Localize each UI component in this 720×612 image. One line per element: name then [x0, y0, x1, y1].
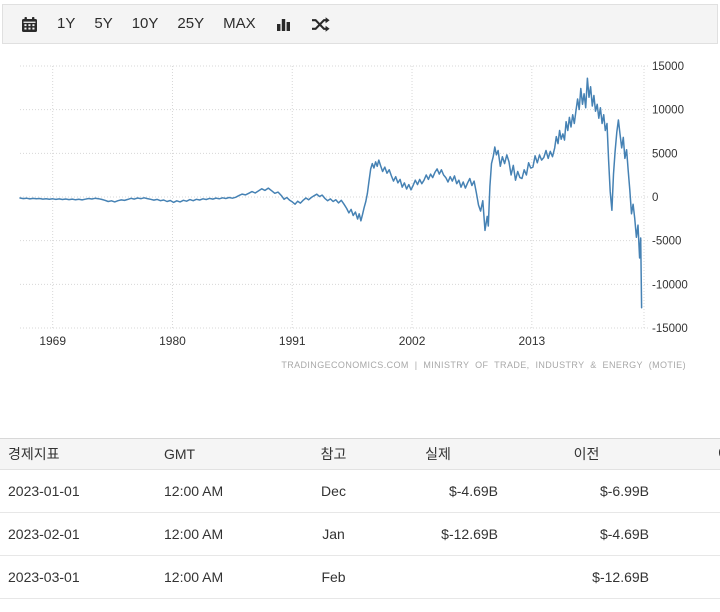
- table-row: 2023-01-01 12:00 AM Dec $-4.69B $-6.99B …: [0, 470, 720, 513]
- x-axis-tick-label: 2013: [518, 334, 545, 348]
- shuffle-icon[interactable]: [311, 16, 330, 33]
- cell-previous: $-4.69B: [523, 513, 674, 556]
- cell-forecast: [674, 556, 720, 599]
- range-button-10y[interactable]: 10Y: [132, 4, 159, 44]
- cell-actual: $-12.69B: [377, 513, 523, 556]
- chart-toolbar: 1Y 5Y 10Y 25Y MAX: [2, 4, 718, 44]
- range-button-5y[interactable]: 5Y: [94, 4, 112, 44]
- table-header-row: 경제지표 GMT 참고 실제 이전 예측치: [0, 439, 720, 470]
- col-header-previous: 이전: [523, 439, 674, 470]
- chart-area[interactable]: 15000 10000 5000 0 -5000 -10000 -15000 1969 1980…: [0, 48, 720, 348]
- calendar-icon[interactable]: [21, 16, 38, 33]
- y-axis-tick-label: 15000: [652, 61, 684, 73]
- col-header-reference: 참고: [290, 439, 377, 470]
- y-axis-tick-label: -10000: [652, 279, 688, 291]
- y-axis-tick-label: -5000: [652, 236, 681, 248]
- cell-gmt: 12:00 AM: [149, 513, 290, 556]
- y-axis-tick-label: 0: [652, 192, 658, 204]
- economic-calendar-table: 경제지표 GMT 참고 실제 이전 예측치 2023-01-01 12:00 A…: [0, 438, 720, 599]
- y-axis-tick-label: 5000: [652, 148, 678, 160]
- cell-forecast: $-6.74B: [674, 470, 720, 513]
- cell-date: 2023-03-01: [0, 556, 149, 599]
- bar-chart-icon[interactable]: [275, 16, 292, 33]
- col-header-actual: 실제: [377, 439, 523, 470]
- y-axis-tick-label: -15000: [652, 323, 688, 335]
- cell-gmt: 12:00 AM: [149, 470, 290, 513]
- cell-previous: $-6.99B: [523, 470, 674, 513]
- table-row: 2023-03-01 12:00 AM Feb $-12.69B: [0, 556, 720, 599]
- cell-actual: $-4.69B: [377, 470, 523, 513]
- cell-gmt: 12:00 AM: [149, 556, 290, 599]
- cell-actual: [377, 556, 523, 599]
- cell-reference: Jan: [290, 513, 377, 556]
- range-button-1y[interactable]: 1Y: [57, 4, 75, 44]
- cell-reference: Feb: [290, 556, 377, 599]
- cell-previous: $-12.69B: [523, 556, 674, 599]
- col-header-forecast: 예측치: [674, 439, 720, 470]
- x-axis-tick-label: 1980: [159, 334, 186, 348]
- y-axis-tick-label: 10000: [652, 105, 684, 117]
- cell-date: 2023-01-01: [0, 470, 149, 513]
- chart-attribution: TRADINGECONOMICS.COM | MINISTRY OF TRADE…: [0, 360, 686, 370]
- x-axis-tick-label: 1991: [279, 334, 306, 348]
- cell-date: 2023-02-01: [0, 513, 149, 556]
- x-axis-tick-label: 1969: [39, 334, 66, 348]
- range-button-25y[interactable]: 25Y: [177, 4, 204, 44]
- table-row: 2023-02-01 12:00 AM Jan $-12.69B $-4.69B…: [0, 513, 720, 556]
- cell-reference: Dec: [290, 470, 377, 513]
- col-header-gmt: GMT: [149, 439, 290, 470]
- x-axis-tick-label: 2002: [399, 334, 426, 348]
- line-chart: 15000 10000 5000 0 -5000 -10000 -15000 1969 1980…: [0, 48, 720, 348]
- cell-forecast: $-9.27B: [674, 513, 720, 556]
- range-button-max[interactable]: MAX: [223, 4, 256, 44]
- series-line: [20, 78, 642, 308]
- col-header-indicator: 경제지표: [0, 439, 149, 470]
